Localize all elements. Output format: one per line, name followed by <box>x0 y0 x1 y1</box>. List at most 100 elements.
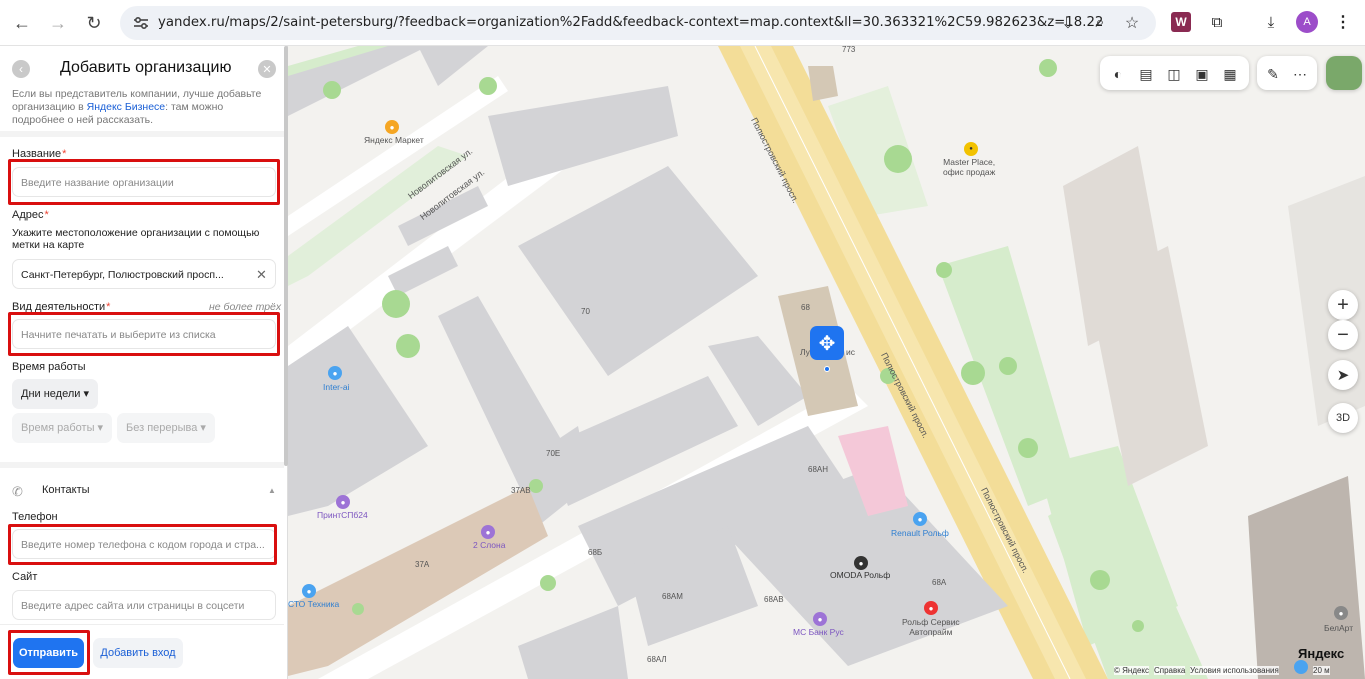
highlight-box <box>8 524 277 565</box>
divider <box>0 462 284 468</box>
url-text[interactable]: yandex.ru/maps/2/saint-petersburg/?feedb… <box>158 15 1103 30</box>
car-icon[interactable]: ● <box>302 584 316 598</box>
poi-label[interactable]: ПринтСПб24 <box>317 510 368 520</box>
layers-icon[interactable]: ◐ <box>1108 64 1128 84</box>
highlight-box <box>8 159 280 205</box>
poi-label[interactable]: Лу <box>800 347 810 357</box>
poi-label[interactable]: СТО Техника <box>288 599 339 609</box>
building-number: 68АВ <box>764 595 784 604</box>
map-canvas[interactable]: Полюстровский просп. Полюстровский просп… <box>288 46 1365 679</box>
more-icon[interactable]: ⋯ <box>1290 64 1310 84</box>
building-number: 70Е <box>546 449 561 458</box>
address-hint: Укажите местоположение организации с пом… <box>12 227 260 251</box>
form-description: Если вы представитель компании, лучше до… <box>12 88 262 126</box>
phone-label: Телефон <box>12 511 58 523</box>
building-number: 68 <box>801 303 810 312</box>
market-icon[interactable]: ● <box>385 120 399 134</box>
tune-icon[interactable] <box>132 14 150 32</box>
camera-icon[interactable]: ◫ <box>1164 64 1184 84</box>
poi-label[interactable]: OMODA Рольф <box>830 570 890 580</box>
building-number: 68Б <box>588 548 603 557</box>
add-organization-panel: ‹ Добавить организацию ✕ Если вы предста… <box>0 46 288 679</box>
poi-label[interactable]: Inter-ai <box>323 382 349 392</box>
back-icon[interactable]: ← <box>8 9 36 37</box>
3d-button[interactable]: 3D <box>1328 403 1358 433</box>
bank-icon[interactable]: ● <box>813 612 827 626</box>
profile-avatar[interactable]: A <box>1296 11 1318 33</box>
car-icon[interactable]: ● <box>913 512 927 526</box>
ruler-icon[interactable]: ✎ <box>1263 64 1283 84</box>
close-icon[interactable]: ✕ <box>258 60 276 78</box>
poi-label[interactable]: Яндекс Маркет <box>364 135 424 145</box>
copyright-link[interactable]: © Яндекс <box>1114 666 1150 675</box>
poi-label[interactable]: Рольф Сервис Автопрайм <box>902 617 960 637</box>
menu-dots-icon[interactable]: ⋮ <box>1332 11 1354 33</box>
building-number: 68АЛ <box>647 655 667 664</box>
zoom-in-button[interactable]: + <box>1328 290 1358 320</box>
traffic-icon[interactable]: ▦ <box>1220 64 1240 84</box>
hours-select[interactable]: Время работы ▾ <box>12 413 113 443</box>
poi-icon[interactable]: ● <box>1334 606 1348 620</box>
download-icon[interactable]: ⤓ <box>1260 11 1282 33</box>
yandex-business-link[interactable]: Яндекс Бизнесе <box>87 101 166 113</box>
zoom-icon[interactable]: ⌕ <box>1090 13 1110 33</box>
poi-icon[interactable]: ● <box>328 366 342 380</box>
move-icon[interactable]: ✥ <box>810 326 844 360</box>
hours-label: Время работы <box>12 361 86 373</box>
collapse-icon[interactable]: ▲ <box>268 486 276 495</box>
building-number: 68А <box>932 578 947 587</box>
back-icon[interactable]: ‹ <box>12 60 30 78</box>
extension-w-icon[interactable]: W <box>1171 12 1191 32</box>
panorama-icon[interactable]: ▤ <box>1136 64 1156 84</box>
yandex-logo[interactable]: Яндекс <box>1298 646 1344 661</box>
puzzle-icon[interactable]: ⧉ <box>1206 11 1228 33</box>
highlight-box <box>8 630 90 675</box>
building-number: 773 <box>842 46 856 54</box>
address-input[interactable]: Санкт-Петербург, Полюстровский просп... <box>12 259 276 289</box>
poi-icon[interactable]: ● <box>481 525 495 539</box>
site-input[interactable]: Введите адрес сайта или страницы в соцсе… <box>12 590 276 620</box>
locate-icon[interactable]: ➤ <box>1328 360 1358 390</box>
tools-toolbar: ✎ ⋯ <box>1257 56 1317 90</box>
site-label: Сайт <box>12 571 38 583</box>
poi-label[interactable]: БелАрт <box>1324 623 1353 633</box>
service-icon[interactable]: ● <box>924 601 938 615</box>
poi-icon[interactable]: ● <box>336 495 350 509</box>
scale-label: 20 м <box>1313 666 1330 675</box>
location-icon[interactable] <box>1294 660 1308 674</box>
poi-label[interactable]: 2 Слона <box>473 540 505 550</box>
divider <box>0 624 284 625</box>
bookmark-star-icon[interactable]: ☆ <box>1122 13 1142 33</box>
building-number: 68АН <box>808 465 829 474</box>
map-graphics <box>288 46 1365 679</box>
break-select[interactable]: Без перерыва ▾ <box>117 413 215 443</box>
days-select[interactable]: Дни недели ▾ <box>12 379 98 409</box>
poi-label[interactable]: Master Place, офис продаж <box>943 157 995 177</box>
terms-link[interactable]: Условия использования <box>1190 666 1279 675</box>
office-icon[interactable]: ● <box>964 142 978 156</box>
reload-icon[interactable]: ↻ <box>80 9 108 37</box>
car-icon[interactable]: ● <box>854 556 868 570</box>
divider <box>0 131 284 137</box>
page-title: Добавить организацию <box>60 59 232 76</box>
poi-label[interactable]: МС Банк Рус <box>793 627 844 637</box>
building-number: 68АМ <box>662 592 683 601</box>
zoom-out-button[interactable]: − <box>1328 320 1358 350</box>
forward-icon[interactable]: → <box>44 9 72 37</box>
install-icon[interactable]: ⇩ <box>1058 13 1078 33</box>
contacts-label: Контакты <box>42 484 90 496</box>
poi-label[interactable]: Renault Рольф <box>891 528 949 538</box>
help-link[interactable]: Справка <box>1154 666 1186 675</box>
address-bar[interactable]: yandex.ru/maps/2/saint-petersburg/?feedb… <box>120 6 1156 40</box>
bus-icon[interactable]: ▣ <box>1192 64 1212 84</box>
highlight-box <box>8 312 280 356</box>
clear-icon[interactable]: ✕ <box>256 267 267 283</box>
building-number: 37А <box>415 560 430 569</box>
poi-label[interactable]: ис <box>846 347 855 357</box>
avatar[interactable] <box>1326 56 1362 90</box>
location-dot <box>824 366 830 372</box>
add-entry-button[interactable]: Добавить вход <box>93 638 183 668</box>
browser-toolbar: ← → ↻ yandex.ru/maps/2/saint-petersburg/… <box>0 0 1365 46</box>
phone-icon: ✆ <box>12 484 23 499</box>
building-number: 37АВ <box>511 486 531 495</box>
